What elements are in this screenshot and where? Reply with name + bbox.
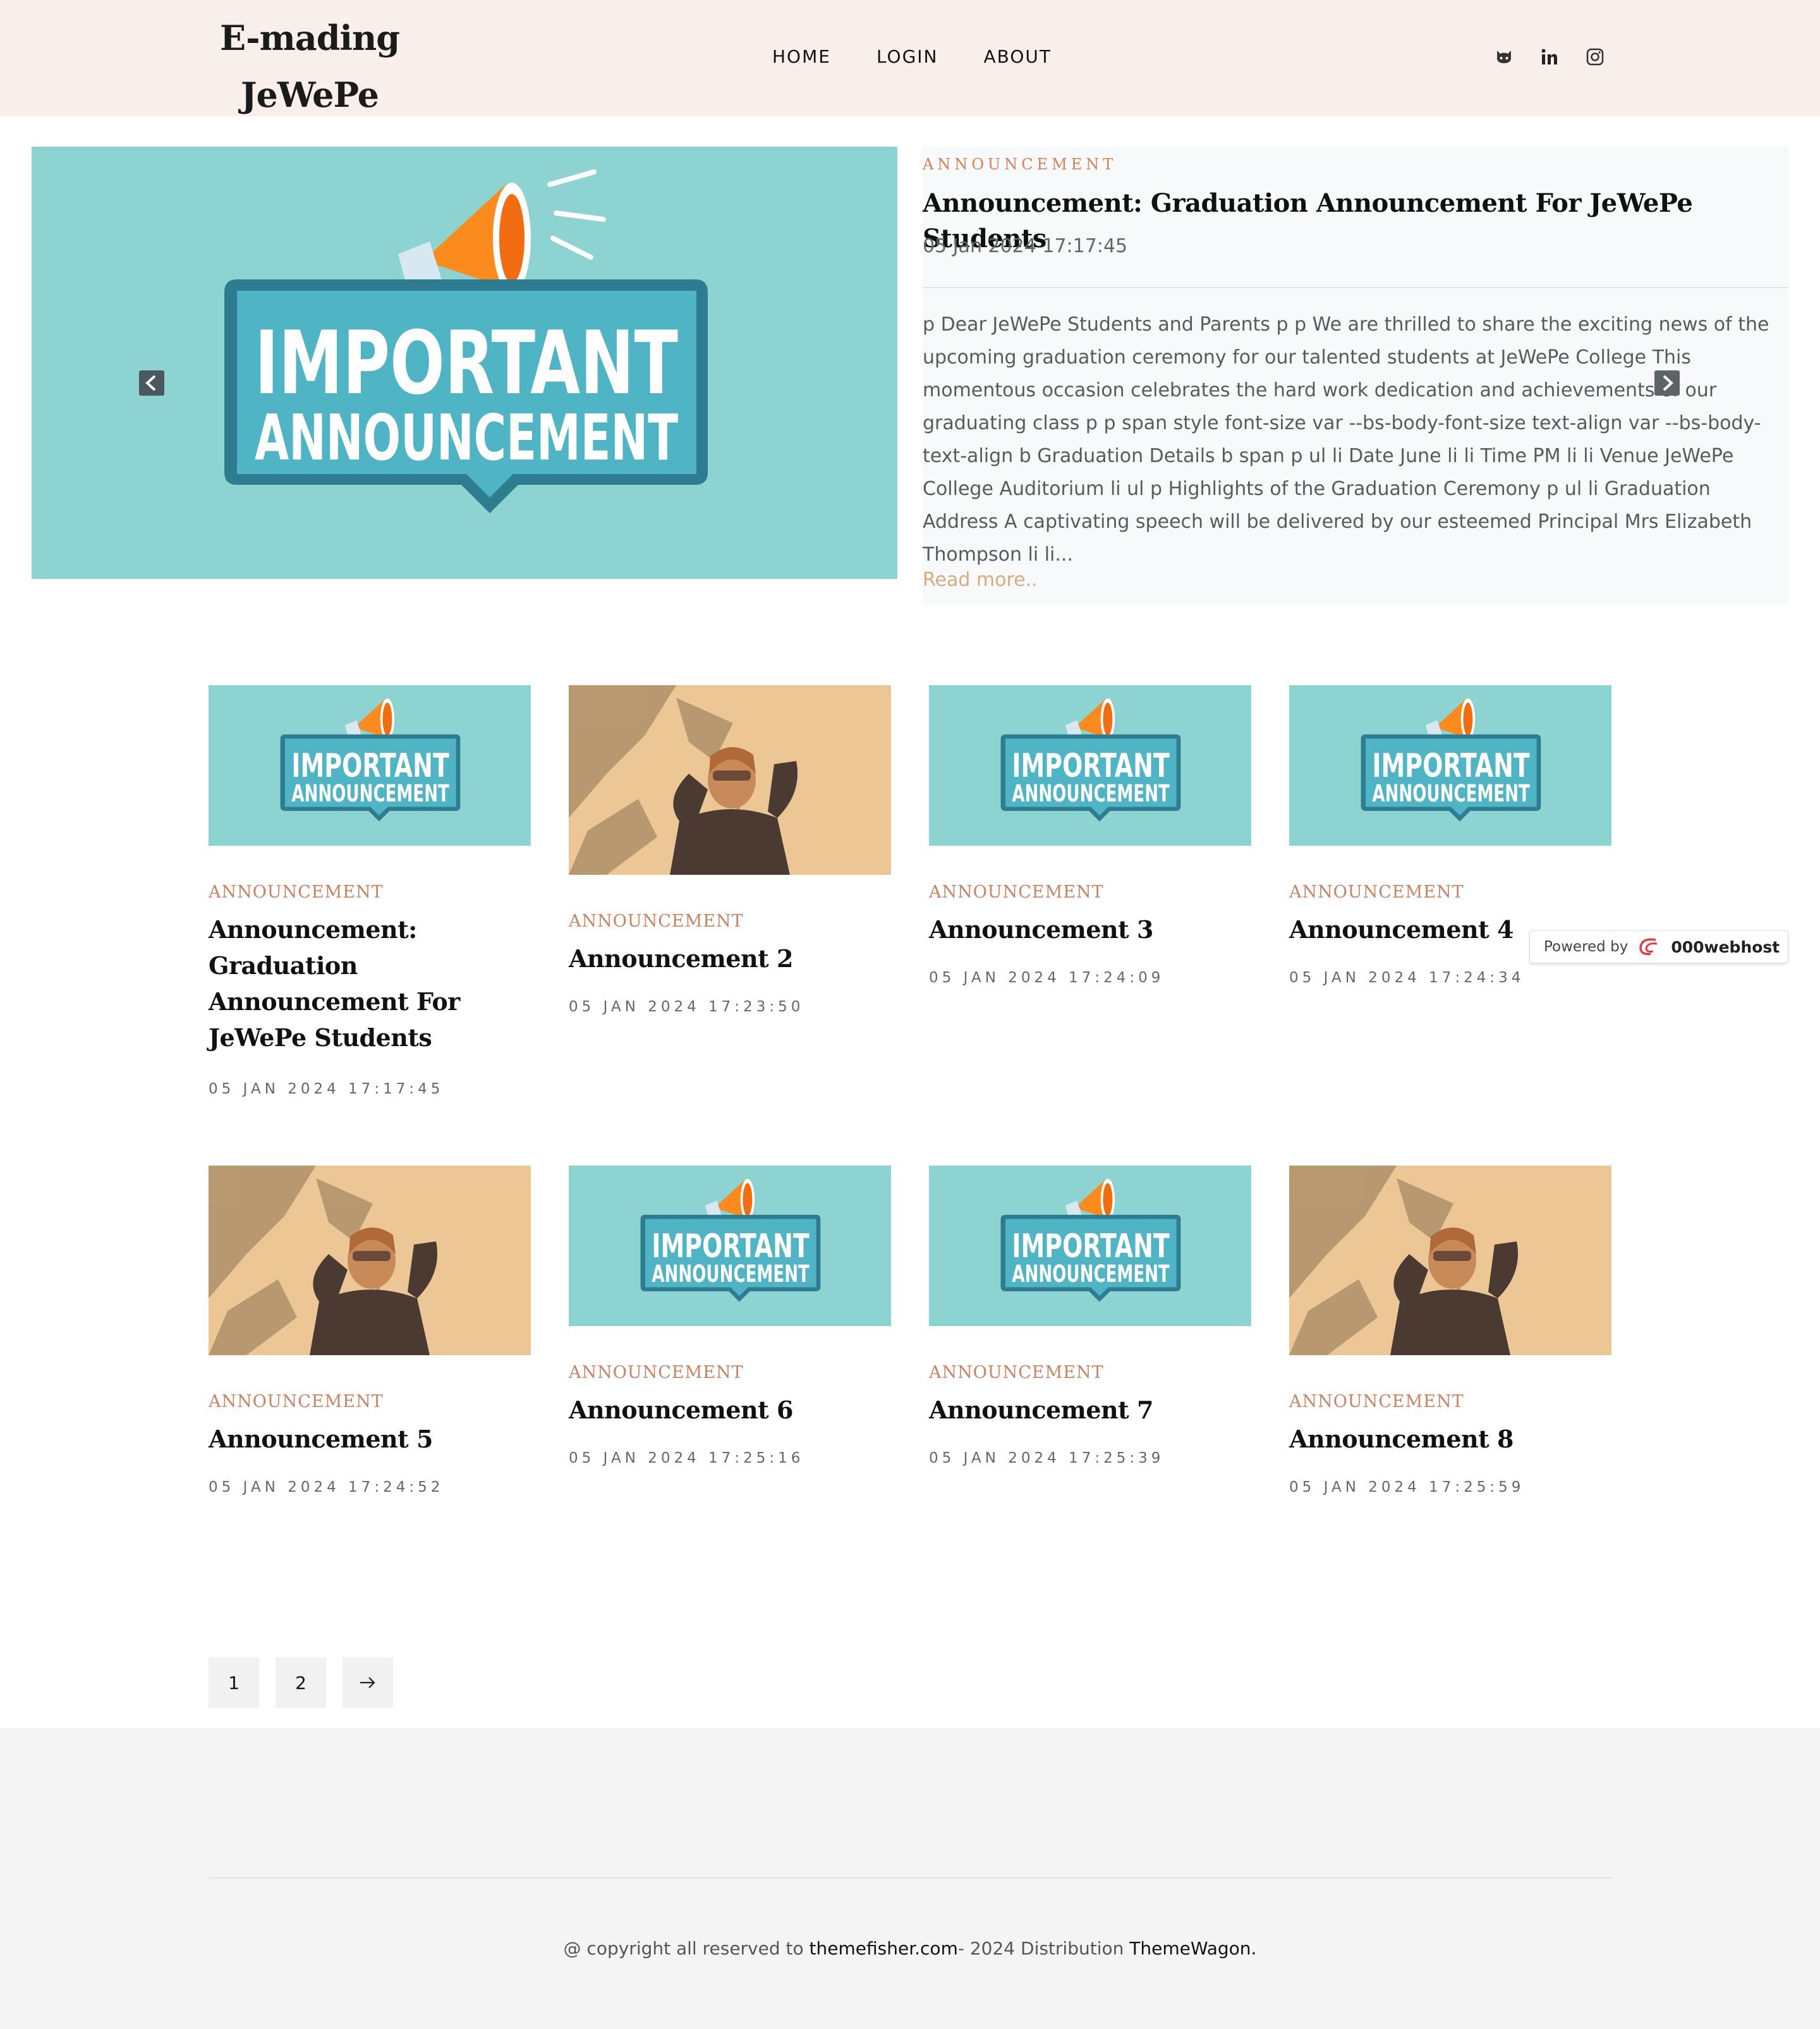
- post-date: 05 JAN 2024 17:25:16: [569, 1450, 804, 1466]
- webhost-logo-icon: [1639, 938, 1658, 956]
- next-page-button[interactable]: [343, 1657, 393, 1708]
- post-title[interactable]: Announcement: Graduation Announcement Fo…: [209, 911, 531, 1056]
- post-thumbnail[interactable]: [569, 685, 891, 875]
- nav-login[interactable]: LOGIN: [877, 44, 938, 70]
- post-date: 05 JAN 2024 17:24:34: [1289, 970, 1525, 986]
- thumb-line-2: ANNOUNCEMENT: [1012, 779, 1170, 807]
- post-title[interactable]: Announcement 7: [929, 1392, 1251, 1428]
- post-title[interactable]: Announcement 3: [929, 911, 1251, 947]
- post-category[interactable]: ANNOUNCEMENT: [209, 1392, 384, 1411]
- github-icon[interactable]: [1493, 46, 1515, 68]
- thumb-line-2: ANNOUNCEMENT: [1372, 779, 1530, 807]
- post-thumbnail[interactable]: [1289, 1166, 1611, 1355]
- post-thumbnail[interactable]: IMPORTANT ANNOUNCEMENT: [1289, 685, 1611, 846]
- announcement-thumb-graphic: IMPORTANT ANNOUNCEMENT: [1000, 1178, 1181, 1302]
- nav-about[interactable]: ABOUT: [984, 44, 1052, 70]
- pagination: 1 2: [209, 1657, 393, 1708]
- logo-line-2: JeWePe: [240, 75, 379, 115]
- announcement-thumb-graphic: IMPORTANT ANNOUNCEMENT: [1000, 698, 1181, 822]
- post-thumbnail[interactable]: IMPORTANT ANNOUNCEMENT: [569, 1166, 891, 1326]
- thumb-line-2: ANNOUNCEMENT: [1012, 1260, 1170, 1288]
- themefisher-link[interactable]: themefisher.com: [810, 1938, 958, 1959]
- copyright-middle: - 2024 Distribution: [957, 1938, 1130, 1959]
- powered-by-brand: 000webhost: [1671, 937, 1780, 956]
- post-date: 05 JAN 2024 17:17:45: [209, 1081, 444, 1097]
- announcement-thumb-graphic: IMPORTANT ANNOUNCEMENT: [280, 698, 461, 822]
- social-links: [1493, 46, 1606, 68]
- post-category[interactable]: ANNOUNCEMENT: [209, 882, 384, 902]
- thumb-line-2: ANNOUNCEMENT: [291, 779, 449, 807]
- post-date: 05 JAN 2024 17:25:39: [929, 1450, 1165, 1466]
- featured-image-line-2: ANNOUNCEMENT: [255, 401, 678, 475]
- main-nav: HOME LOGIN ABOUT: [772, 44, 1052, 70]
- footer-divider: [209, 1877, 1611, 1879]
- post-date: 05 JAN 2024 17:24:52: [209, 1479, 444, 1496]
- post-category[interactable]: ANNOUNCEMENT: [929, 882, 1104, 902]
- post-title[interactable]: Announcement 2: [569, 941, 891, 977]
- divider: [923, 287, 1788, 288]
- featured-excerpt: p Dear JeWePe Students and Parents p p W…: [923, 314, 1769, 566]
- copyright-prefix: @ copyright all reserved to: [563, 1938, 810, 1959]
- powered-by-label: Powered by: [1544, 939, 1629, 955]
- woman-photo-graphic: [1289, 1166, 1611, 1355]
- site-footer: @ copyright all reserved to themefisher.…: [0, 1728, 1820, 2029]
- page-2-button[interactable]: 2: [276, 1657, 326, 1708]
- logo-line-1: E-mading: [220, 18, 400, 58]
- chevron-left-icon: [145, 375, 156, 391]
- post-date: 05 JAN 2024 17:24:09: [929, 970, 1165, 986]
- linkedin-icon[interactable]: [1538, 46, 1561, 68]
- site-header: E-mading JeWePe HOME LOGIN ABOUT: [0, 0, 1820, 116]
- nav-home[interactable]: HOME: [772, 44, 831, 70]
- announcement-thumb-graphic: IMPORTANT ANNOUNCEMENT: [640, 1178, 821, 1302]
- featured-category[interactable]: ANNOUNCEMENT: [923, 155, 1117, 173]
- post-category[interactable]: ANNOUNCEMENT: [1289, 882, 1464, 902]
- post-date: 05 JAN 2024 17:25:59: [1289, 1479, 1525, 1496]
- prev-slide-button[interactable]: [139, 370, 164, 396]
- site-logo[interactable]: E-mading JeWePe: [209, 6, 411, 120]
- post-thumbnail[interactable]: IMPORTANT ANNOUNCEMENT: [929, 1166, 1251, 1326]
- copyright-suffix: .: [1251, 1938, 1257, 1959]
- announcement-thumb-graphic: IMPORTANT ANNOUNCEMENT: [1361, 698, 1541, 822]
- post-date: 05 JAN 2024 17:23:50: [569, 999, 804, 1015]
- post-category[interactable]: ANNOUNCEMENT: [929, 1363, 1104, 1382]
- post-title[interactable]: Announcement 8: [1289, 1421, 1611, 1457]
- arrow-right-icon: [360, 1677, 375, 1688]
- featured-date: 05 Jan 2024 17:17:45: [923, 235, 1128, 257]
- post-category[interactable]: ANNOUNCEMENT: [569, 911, 744, 931]
- woman-photo-graphic: [209, 1166, 531, 1355]
- page-1-button[interactable]: 1: [209, 1657, 259, 1708]
- post-thumbnail[interactable]: IMPORTANT ANNOUNCEMENT: [209, 685, 531, 846]
- post-title[interactable]: Announcement 6: [569, 1392, 891, 1428]
- chevron-right-icon: [1663, 375, 1673, 391]
- featured-slider: IMPORTANT ANNOUNCEMENT ANNOUNCEMENT Anno…: [32, 147, 1788, 604]
- woman-photo-graphic: [569, 685, 891, 875]
- important-announcement-graphic: IMPORTANT ANNOUNCEMENT: [224, 169, 708, 513]
- post-category[interactable]: ANNOUNCEMENT: [569, 1363, 744, 1382]
- post-thumbnail[interactable]: [209, 1166, 531, 1355]
- featured-image-line-1: IMPORTANT: [255, 312, 678, 414]
- featured-image[interactable]: IMPORTANT ANNOUNCEMENT: [32, 147, 897, 579]
- thumb-line-2: ANNOUNCEMENT: [652, 1260, 810, 1288]
- themewagon-link[interactable]: ThemeWagon: [1129, 1938, 1251, 1959]
- copyright-text: @ copyright all reserved to themefisher.…: [0, 1938, 1820, 1959]
- post-title[interactable]: Announcement 5: [209, 1421, 531, 1457]
- post-category[interactable]: ANNOUNCEMENT: [1289, 1392, 1464, 1411]
- instagram-icon[interactable]: [1584, 46, 1606, 68]
- powered-by-badge[interactable]: Powered by 000webhost: [1529, 930, 1788, 963]
- post-thumbnail[interactable]: IMPORTANT ANNOUNCEMENT: [929, 685, 1251, 846]
- read-more-link[interactable]: Read more..: [923, 569, 1038, 591]
- next-slide-button[interactable]: [1654, 370, 1680, 396]
